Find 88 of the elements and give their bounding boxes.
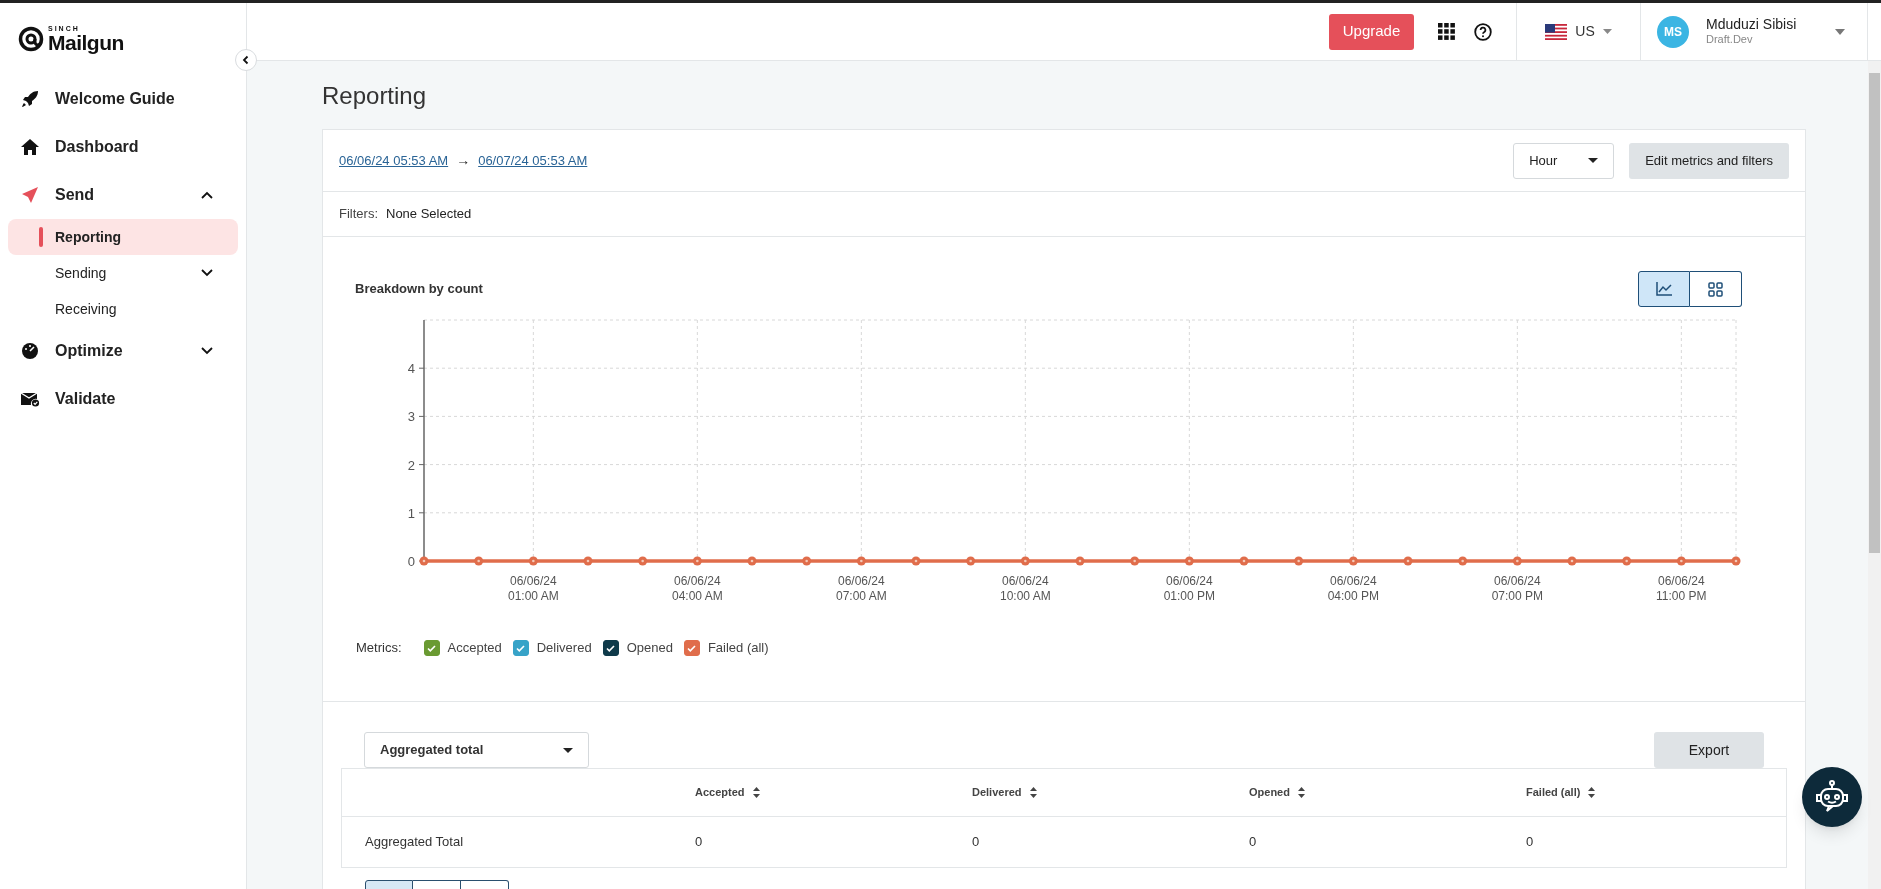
y-tick-label: 3: [407, 409, 415, 425]
nav-subitem[interactable]: Reporting: [8, 219, 238, 255]
collapse-button[interactable]: [235, 49, 257, 71]
sort-icon[interactable]: [752, 787, 760, 798]
metric-checkbox[interactable]: [602, 640, 619, 656]
nav-subitem[interactable]: Sending: [8, 255, 238, 291]
y-tick-label: 2: [407, 457, 415, 473]
region-dropdown[interactable]: US: [1575, 21, 1612, 42]
chart-title: Breakdown by count: [355, 280, 483, 299]
caret-down-icon: [1602, 29, 1612, 34]
metric-label: Opened: [626, 639, 673, 658]
x-tick-label: 06/06/24 07:00 AM: [836, 574, 887, 603]
page-title: Reporting: [322, 81, 428, 111]
caret-down-icon: [563, 747, 573, 753]
chatbot-button[interactable]: [1802, 767, 1862, 827]
y-tick-label: 1: [407, 505, 415, 521]
nav-item[interactable]: Validate: [8, 375, 238, 423]
metrics-label: Metrics:: [356, 639, 402, 658]
export-button[interactable]: Export: [1654, 732, 1764, 768]
column-header[interactable]: Failed (all): [1526, 784, 1581, 801]
filters-label: Filters:: [339, 205, 378, 224]
help-icon[interactable]: [1474, 22, 1492, 41]
x-tick-label: 06/06/24 04:00 AM: [672, 574, 723, 603]
line-chart-icon: [1656, 282, 1672, 296]
y-tick-label: 0: [407, 554, 415, 569]
end-date-link[interactable]: 06/07/24 05:53 AM: [478, 150, 588, 171]
home-icon: [21, 139, 39, 155]
start-date-link[interactable]: 06/06/24 05:53 AM: [339, 150, 449, 171]
organization-name: Draft.Dev: [1706, 33, 1754, 48]
chevron-down-icon: [201, 347, 213, 355]
caret-down-icon: [1588, 158, 1599, 163]
metric-checkbox[interactable]: [512, 640, 529, 656]
x-tick-label: 06/06/24 01:00 AM: [508, 574, 559, 603]
y-tick-label: 4: [407, 361, 415, 377]
caret-down-icon[interactable]: [1835, 28, 1845, 35]
sort-icon[interactable]: [1297, 787, 1305, 798]
brand-name: Mailgun: [48, 32, 124, 53]
range-arrow: →: [456, 151, 471, 170]
metric-label: Accepted: [447, 639, 502, 658]
chevron-down-icon: [201, 269, 213, 277]
x-tick-label: 06/06/24 04:00 PM: [1327, 574, 1379, 603]
x-tick-label: 06/06/24 07:00 PM: [1491, 574, 1543, 603]
table-cell-text: 0: [972, 833, 980, 852]
nav-item[interactable]: Welcome Guide: [8, 75, 238, 123]
checkmark-icon: [516, 644, 526, 652]
column-header[interactable]: Delivered: [972, 784, 1022, 801]
user-name: Mduduzi Sibisi: [1706, 15, 1797, 34]
row-label: Aggregated Total: [364, 833, 464, 852]
chevron-left-icon: [241, 55, 251, 65]
checkmark-icon: [687, 644, 697, 652]
nav-item[interactable]: Send: [8, 171, 238, 219]
metric-label: Failed (all): [707, 639, 769, 658]
robot-icon: [1814, 780, 1850, 814]
grid-view-button[interactable]: [1690, 271, 1742, 307]
sort-icon[interactable]: [1588, 787, 1596, 798]
checkmark-icon: [427, 644, 436, 652]
nav-item[interactable]: Dashboard: [8, 123, 238, 171]
x-tick-label: 06/06/24 10:00 AM: [1000, 574, 1051, 603]
metric-checkbox[interactable]: [423, 640, 440, 656]
paper-plane-icon: [21, 186, 39, 204]
gauge-icon: [21, 342, 39, 360]
filters-value: None Selected: [386, 205, 472, 224]
table-cell-text: 0: [1526, 833, 1534, 852]
us-flag-icon: [1545, 23, 1568, 40]
edit-metrics-button[interactable]: Edit metrics and filters: [1629, 142, 1789, 179]
interval-dropdown[interactable]: Hour: [1513, 142, 1615, 179]
column-header[interactable]: Opened: [1249, 784, 1290, 801]
nav-item[interactable]: Optimize: [8, 327, 238, 375]
rocket-icon: [21, 90, 39, 108]
grouping-dropdown[interactable]: Aggregated total: [364, 732, 589, 768]
metric-checkbox[interactable]: [683, 640, 700, 656]
x-tick-label: 06/06/24 01:00 PM: [1163, 574, 1215, 603]
column-header[interactable]: Accepted: [695, 784, 745, 801]
checkmark-icon: [606, 644, 616, 652]
mailgun-logo-icon: [18, 26, 44, 52]
grid-icon: [1708, 281, 1723, 297]
envelope-check-icon: [21, 391, 40, 407]
line-chart-view-button[interactable]: [1638, 271, 1690, 307]
x-tick-label: 06/06/24 11:00 PM: [1656, 574, 1707, 603]
table-cell-text: 0: [695, 833, 703, 852]
apps-grid-icon[interactable]: [1438, 23, 1455, 40]
upgrade-button[interactable]: Upgrade: [1329, 13, 1414, 50]
chevron-up-icon: [201, 191, 213, 199]
table-cell-text: 0: [1249, 833, 1257, 852]
metric-label: Delivered: [536, 639, 592, 658]
nav-subitem[interactable]: Receiving: [8, 291, 238, 327]
scrollbar[interactable]: [1868, 61, 1881, 889]
sort-icon[interactable]: [1029, 787, 1037, 798]
